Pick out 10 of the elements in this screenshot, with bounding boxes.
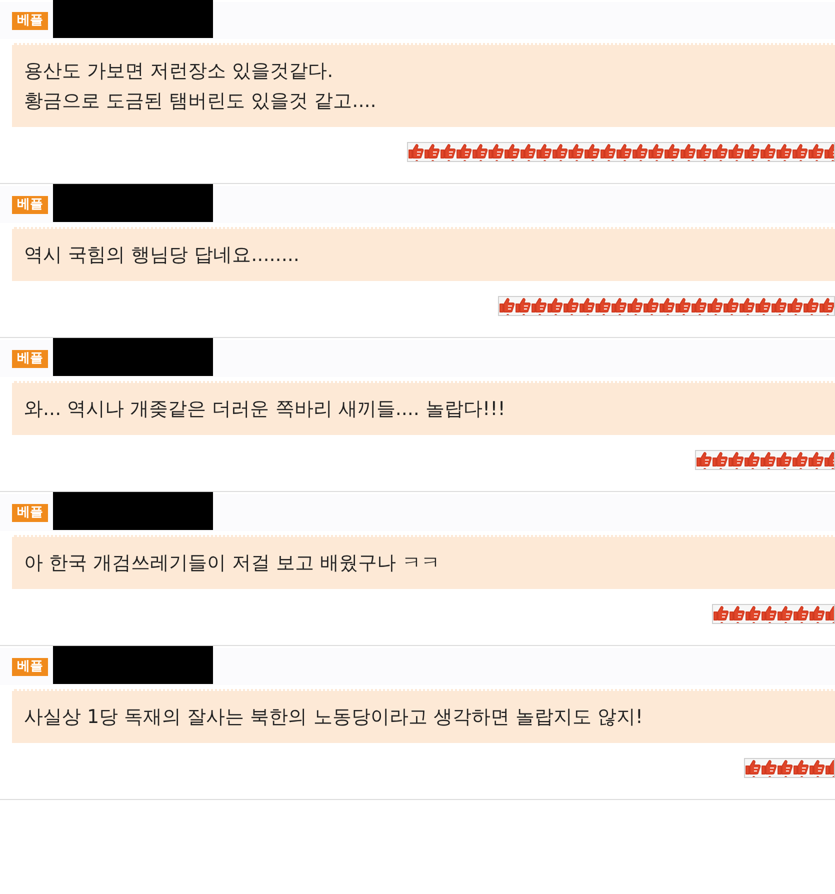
best-badge: 베플 — [12, 350, 48, 368]
comment-text: 와... 역시나 개좆같은 더러운 쪽바리 새끼들.... 놀랍다!!! — [12, 381, 835, 435]
best-badge: 베플 — [12, 196, 48, 214]
best-badge: 베플 — [12, 658, 48, 676]
best-badge: 베플 — [12, 12, 48, 30]
comment-text: 역시 국힘의 행님당 답네요........ — [12, 227, 835, 281]
comment-text: 아 한국 개검쓰레기들이 저걸 보고 배웠구나 ㅋㅋ — [12, 535, 835, 589]
comment-text: 사실상 1당 독재의 잘사는 북한의 노동당이라고 생각하면 놀랍지도 않지! — [12, 689, 835, 743]
comment-text: 용산도 가보면 저런장소 있을것같다. 황금으로 도금된 탬버린도 있을것 같고.... — [12, 43, 835, 127]
best-badge: 베플 — [12, 504, 48, 522]
